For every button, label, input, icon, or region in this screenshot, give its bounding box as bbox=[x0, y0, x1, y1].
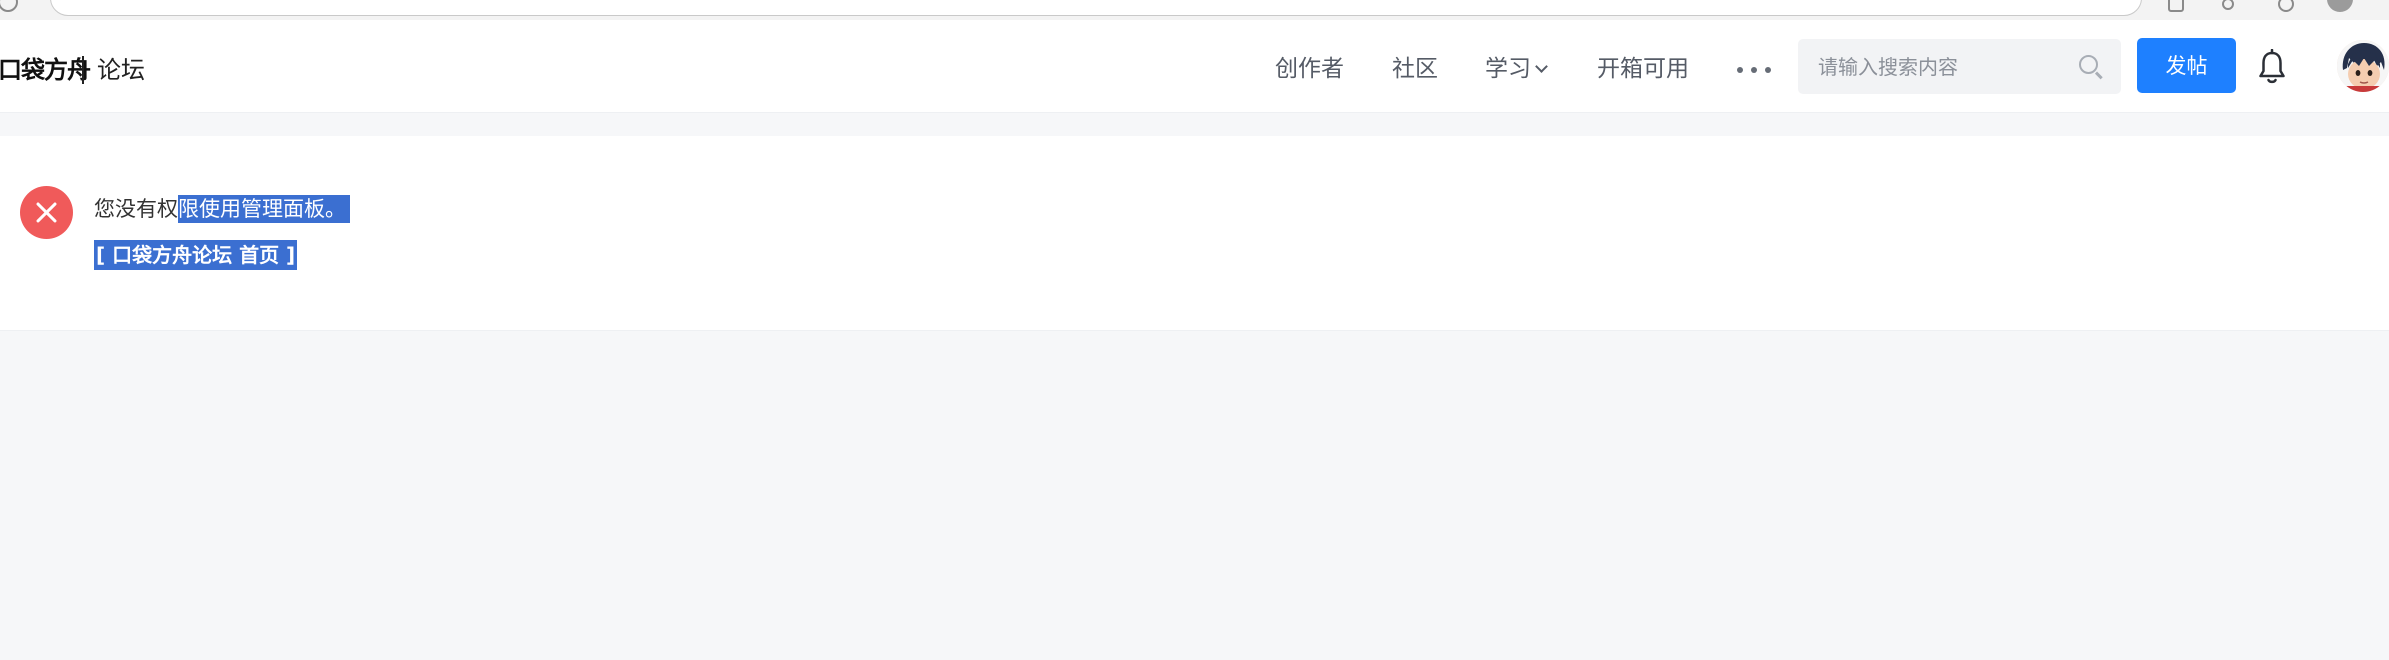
logo-divider bbox=[82, 56, 84, 84]
more-icon[interactable] bbox=[1737, 65, 1771, 75]
address-bar[interactable] bbox=[50, 0, 2142, 16]
search-icon[interactable] bbox=[2079, 55, 2098, 74]
nav-community[interactable]: 社区 bbox=[1392, 54, 1438, 84]
bell-icon[interactable] bbox=[2257, 49, 2287, 85]
error-message: 您没有权限使用管理面板。 bbox=[94, 194, 350, 224]
profile-icon[interactable] bbox=[2327, 0, 2353, 12]
chevron-down-icon bbox=[1535, 60, 1548, 73]
site-logo[interactable]: 口袋方舟 bbox=[0, 55, 91, 85]
message-panel: 您没有权限使用管理面板。 [ 口袋方舟论坛 首页 ] bbox=[0, 136, 2389, 331]
extension-icon[interactable] bbox=[2222, 0, 2234, 10]
nav-creator[interactable]: 创作者 bbox=[1275, 54, 1344, 84]
avatar[interactable] bbox=[2337, 40, 2389, 92]
browser-chrome bbox=[0, 0, 2389, 20]
reload-icon[interactable] bbox=[0, 0, 18, 12]
error-message-text: 您没有权 bbox=[94, 197, 178, 221]
search-box bbox=[1798, 39, 2121, 94]
extension-icon[interactable] bbox=[2168, 0, 2184, 12]
nav-learn-label: 学习 bbox=[1485, 56, 1531, 82]
extension-icon[interactable] bbox=[2278, 0, 2294, 12]
site-header: 口袋方舟 论坛 创作者 社区 学习 开箱可用 发帖 bbox=[0, 20, 2389, 113]
nav-unbox[interactable]: 开箱可用 bbox=[1597, 54, 1689, 84]
forum-home-link[interactable]: [ 口袋方舟论坛 首页 ] bbox=[94, 240, 298, 270]
logo-subtitle[interactable]: 论坛 bbox=[97, 55, 145, 85]
error-icon bbox=[20, 186, 73, 239]
search-input[interactable] bbox=[1818, 39, 2068, 94]
error-message-selected-text: 限使用管理面板。 bbox=[178, 195, 350, 223]
nav-learn[interactable]: 学习 bbox=[1485, 54, 1548, 84]
post-button[interactable]: 发帖 bbox=[2137, 38, 2236, 93]
